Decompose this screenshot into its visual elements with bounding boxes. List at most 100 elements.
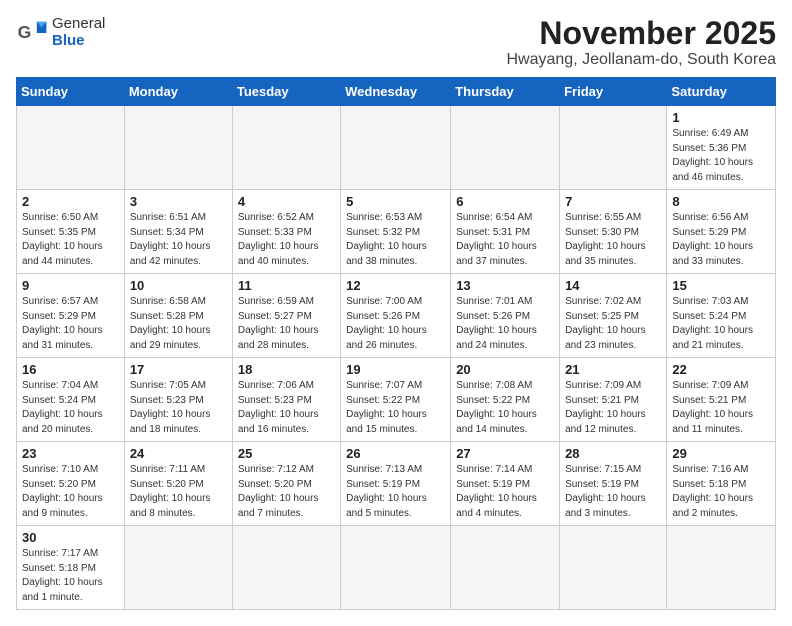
week-row-5: 23Sunrise: 7:10 AM Sunset: 5:20 PM Dayli… (17, 442, 776, 526)
day-cell (124, 526, 232, 610)
day-info: Sunrise: 6:54 AM Sunset: 5:31 PM Dayligh… (456, 211, 554, 269)
day-number: 11 (238, 278, 335, 293)
logo-icon: G (16, 17, 48, 49)
day-number: 7 (565, 194, 661, 209)
day-number: 8 (672, 194, 770, 209)
day-cell: 3Sunrise: 6:51 AM Sunset: 5:34 PM Daylig… (124, 190, 232, 274)
day-number: 19 (346, 362, 445, 377)
day-info: Sunrise: 6:57 AM Sunset: 5:29 PM Dayligh… (22, 295, 119, 353)
day-cell (232, 106, 340, 190)
day-number: 14 (565, 278, 661, 293)
day-number: 20 (456, 362, 554, 377)
day-cell: 9 Sunrise: 6:57 AM Sunset: 5:29 PM Daylig… (17, 274, 125, 358)
weekday-header-monday: Monday (124, 78, 232, 106)
day-number: 2 (22, 194, 119, 209)
day-cell: 14 Sunrise: 7:02 AM Sunset: 5:25 PM Dayli… (560, 274, 667, 358)
day-info: Sunrise: 7:17 AM Sunset: 5:18 PM Dayligh… (22, 547, 119, 605)
day-info: Sunrise: 6:58 AM Sunset: 5:28 PM Dayligh… (130, 295, 227, 353)
day-cell: 27 Sunrise: 7:14 AM Sunset: 5:19 PM Dayli… (451, 442, 560, 526)
day-info: Sunrise: 7:16 AM Sunset: 5:18 PM Dayligh… (672, 463, 770, 521)
day-number: 13 (456, 278, 554, 293)
day-info: Sunrise: 7:02 AM Sunset: 5:25 PM Dayligh… (565, 295, 661, 353)
logo: G General Blue (16, 16, 105, 49)
week-row-3: 9 Sunrise: 6:57 AM Sunset: 5:29 PM Daylig… (17, 274, 776, 358)
day-cell: 21 Sunrise: 7:09 AM Sunset: 5:21 PM Dayli… (560, 358, 667, 442)
day-number: 4 (238, 194, 335, 209)
day-cell: 10 Sunrise: 6:58 AM Sunset: 5:28 PM Dayli… (124, 274, 232, 358)
day-info: Sunrise: 6:56 AM Sunset: 5:29 PM Dayligh… (672, 211, 770, 269)
day-cell: 8 Sunrise: 6:56 AM Sunset: 5:29 PM Daylig… (667, 190, 776, 274)
day-cell: 6 Sunrise: 6:54 AM Sunset: 5:31 PM Daylig… (451, 190, 560, 274)
day-number: 28 (565, 446, 661, 461)
week-row-2: 2 Sunrise: 6:50 AM Sunset: 5:35 PM Daylig… (17, 190, 776, 274)
day-cell: 28 Sunrise: 7:15 AM Sunset: 5:19 PM Dayli… (560, 442, 667, 526)
day-number: 18 (238, 362, 335, 377)
day-cell: 29Sunrise: 7:16 AM Sunset: 5:18 PM Dayli… (667, 442, 776, 526)
day-info: Sunrise: 6:53 AM Sunset: 5:32 PM Dayligh… (346, 211, 445, 269)
day-cell: 1 Sunrise: 6:49 AM Sunset: 5:36 PM Daylig… (667, 106, 776, 190)
day-number: 10 (130, 278, 227, 293)
day-cell: 4 Sunrise: 6:52 AM Sunset: 5:33 PM Daylig… (232, 190, 340, 274)
day-info: Sunrise: 6:55 AM Sunset: 5:30 PM Dayligh… (565, 211, 661, 269)
day-info: Sunrise: 7:10 AM Sunset: 5:20 PM Dayligh… (22, 463, 119, 521)
day-cell: 19 Sunrise: 7:07 AM Sunset: 5:22 PM Dayli… (341, 358, 451, 442)
weekday-header-saturday: Saturday (667, 78, 776, 106)
day-info: Sunrise: 7:13 AM Sunset: 5:19 PM Dayligh… (346, 463, 445, 521)
day-cell: 16Sunrise: 7:04 AM Sunset: 5:24 PM Dayli… (17, 358, 125, 442)
day-cell (560, 106, 667, 190)
day-number: 15 (672, 278, 770, 293)
day-cell: 17Sunrise: 7:05 AM Sunset: 5:23 PM Dayli… (124, 358, 232, 442)
day-cell (232, 526, 340, 610)
day-info: Sunrise: 6:52 AM Sunset: 5:33 PM Dayligh… (238, 211, 335, 269)
day-info: Sunrise: 7:07 AM Sunset: 5:22 PM Dayligh… (346, 379, 445, 437)
svg-text:G: G (18, 21, 32, 41)
day-number: 5 (346, 194, 445, 209)
title-area: November 2025 Hwayang, Jeollanam-do, Sou… (507, 16, 777, 69)
day-cell: 24Sunrise: 7:11 AM Sunset: 5:20 PM Dayli… (124, 442, 232, 526)
header: G General Blue November 2025 Hwayang, Je… (16, 16, 776, 69)
day-cell (451, 526, 560, 610)
day-cell: 5 Sunrise: 6:53 AM Sunset: 5:32 PM Daylig… (341, 190, 451, 274)
day-number: 22 (672, 362, 770, 377)
day-number: 3 (130, 194, 227, 209)
day-info: Sunrise: 6:49 AM Sunset: 5:36 PM Dayligh… (672, 127, 770, 185)
weekday-header-sunday: Sunday (17, 78, 125, 106)
day-cell: 20 Sunrise: 7:08 AM Sunset: 5:22 PM Dayli… (451, 358, 560, 442)
day-info: Sunrise: 7:01 AM Sunset: 5:26 PM Dayligh… (456, 295, 554, 353)
day-cell: 2 Sunrise: 6:50 AM Sunset: 5:35 PM Daylig… (17, 190, 125, 274)
weekday-header-thursday: Thursday (451, 78, 560, 106)
logo-blue: Blue (52, 33, 105, 50)
day-cell (667, 526, 776, 610)
day-number: 16 (22, 362, 119, 377)
logo-general: General (52, 16, 105, 33)
day-info: Sunrise: 7:06 AM Sunset: 5:23 PM Dayligh… (238, 379, 335, 437)
day-info: Sunrise: 7:09 AM Sunset: 5:21 PM Dayligh… (672, 379, 770, 437)
day-number: 6 (456, 194, 554, 209)
weekday-header-row: SundayMondayTuesdayWednesdayThursdayFrid… (17, 78, 776, 106)
day-info: Sunrise: 7:08 AM Sunset: 5:22 PM Dayligh… (456, 379, 554, 437)
day-cell: 15Sunrise: 7:03 AM Sunset: 5:24 PM Dayli… (667, 274, 776, 358)
day-info: Sunrise: 7:15 AM Sunset: 5:19 PM Dayligh… (565, 463, 661, 521)
day-info: Sunrise: 6:59 AM Sunset: 5:27 PM Dayligh… (238, 295, 335, 353)
day-cell: 12Sunrise: 7:00 AM Sunset: 5:26 PM Dayli… (341, 274, 451, 358)
day-cell: 25Sunrise: 7:12 AM Sunset: 5:20 PM Dayli… (232, 442, 340, 526)
day-number: 30 (22, 530, 119, 545)
day-cell: 7 Sunrise: 6:55 AM Sunset: 5:30 PM Daylig… (560, 190, 667, 274)
day-number: 1 (672, 110, 770, 125)
day-cell (17, 106, 125, 190)
day-number: 12 (346, 278, 445, 293)
day-cell: 26Sunrise: 7:13 AM Sunset: 5:19 PM Dayli… (341, 442, 451, 526)
day-info: Sunrise: 7:14 AM Sunset: 5:19 PM Dayligh… (456, 463, 554, 521)
day-cell (560, 526, 667, 610)
day-cell (124, 106, 232, 190)
day-number: 27 (456, 446, 554, 461)
day-number: 9 (22, 278, 119, 293)
day-cell: 18 Sunrise: 7:06 AM Sunset: 5:23 PM Dayli… (232, 358, 340, 442)
day-info: Sunrise: 6:50 AM Sunset: 5:35 PM Dayligh… (22, 211, 119, 269)
day-info: Sunrise: 7:09 AM Sunset: 5:21 PM Dayligh… (565, 379, 661, 437)
day-number: 21 (565, 362, 661, 377)
day-number: 25 (238, 446, 335, 461)
day-cell: 13 Sunrise: 7:01 AM Sunset: 5:26 PM Dayli… (451, 274, 560, 358)
day-number: 24 (130, 446, 227, 461)
day-cell (451, 106, 560, 190)
